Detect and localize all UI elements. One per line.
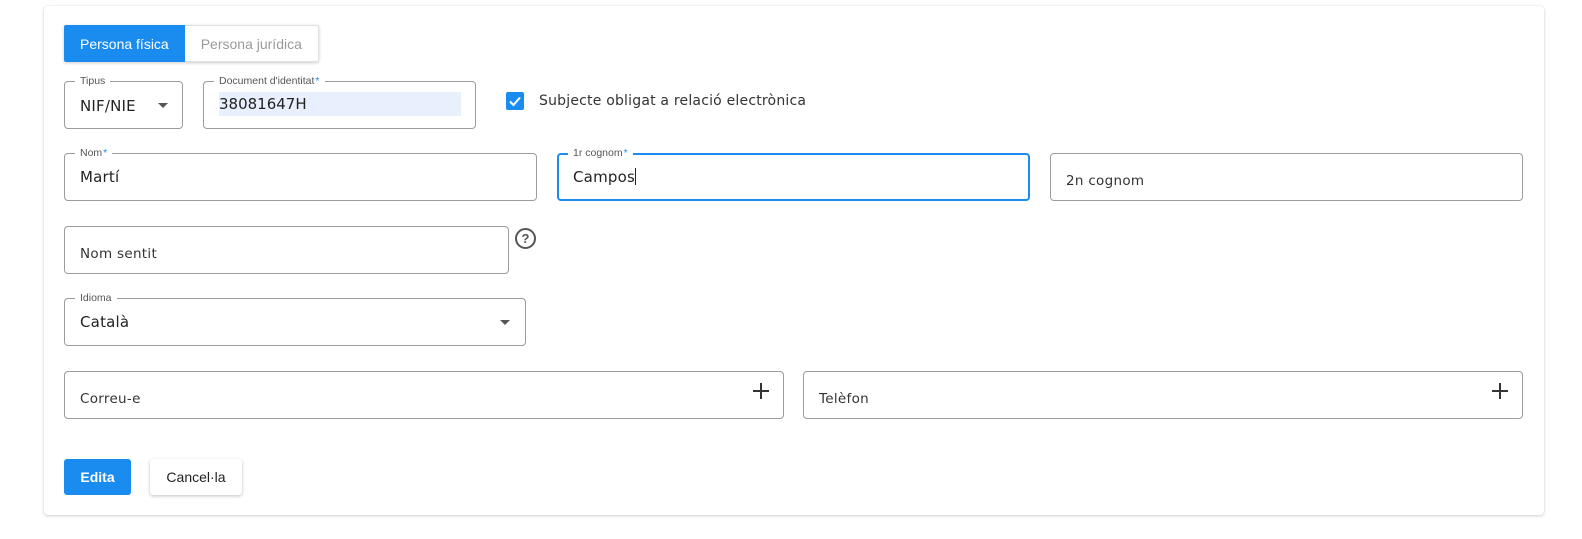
telefon-field[interactable]: Telèfon [803,371,1523,419]
nom-label: Nom* [75,147,113,159]
chevron-down-icon [158,103,168,108]
document-label: Document d'identitat* [214,75,325,87]
telefon-placeholder: Telèfon [819,391,869,407]
tab-persona-fisica[interactable]: Persona física [64,25,185,62]
text-caret [635,168,636,185]
required-marker: * [623,147,628,159]
tipus-select[interactable]: Tipus NIF/NIE [64,75,183,129]
correu-placeholder: Correu-e [80,391,141,407]
electronic-relation-checkbox[interactable] [506,92,524,110]
nom-sentit-field[interactable]: Nom sentit [64,226,509,274]
nom-label-text: Nom [80,147,103,159]
idioma-value: Català [80,313,130,331]
required-marker: * [103,147,108,159]
tipus-value: NIF/NIE [80,97,136,115]
document-value: 38081647H [219,95,307,113]
cognom1-field[interactable]: 1r cognom* Campos [557,147,1030,201]
add-phone-plus-icon[interactable] [1492,383,1508,399]
nom-sentit-placeholder: Nom sentit [80,246,158,262]
cognom2-field[interactable]: 2n cognom [1050,153,1523,201]
tipus-label: Tipus [75,75,111,87]
document-identitat-field[interactable]: Document d'identitat* 38081647H [203,75,476,129]
electronic-relation-label: Subjecte obligat a relació electrònica [539,93,807,109]
cognom1-label: 1r cognom* [568,147,633,159]
document-value-highlight: 38081647H [219,92,461,116]
tab-persona-juridica[interactable]: Persona jurídica [184,25,319,62]
cognom1-value: Campos [573,168,635,186]
add-email-plus-icon[interactable] [753,383,769,399]
cognom1-label-text: 1r cognom [573,147,623,159]
person-type-tabs: Persona física Persona jurídica [64,25,319,62]
correu-field[interactable]: Correu-e [64,371,784,419]
edit-button[interactable]: Edita [64,459,131,495]
nom-field[interactable]: Nom* Martí [64,147,537,201]
idioma-select[interactable]: Idioma Català [64,292,526,346]
document-label-text: Document d'identitat [219,75,315,87]
chevron-down-icon [500,320,510,325]
person-form-card: Persona física Persona jurídica Tipus NI… [44,6,1544,515]
cognom1-value-wrap: Campos [573,168,636,186]
cancel-button[interactable]: Cancel·la [150,459,242,495]
required-marker: * [315,75,320,87]
cognom2-placeholder: 2n cognom [1066,173,1145,189]
idioma-label: Idioma [75,292,117,304]
help-icon[interactable]: ? [515,228,536,249]
nom-value: Martí [80,168,120,186]
check-icon [509,96,521,107]
